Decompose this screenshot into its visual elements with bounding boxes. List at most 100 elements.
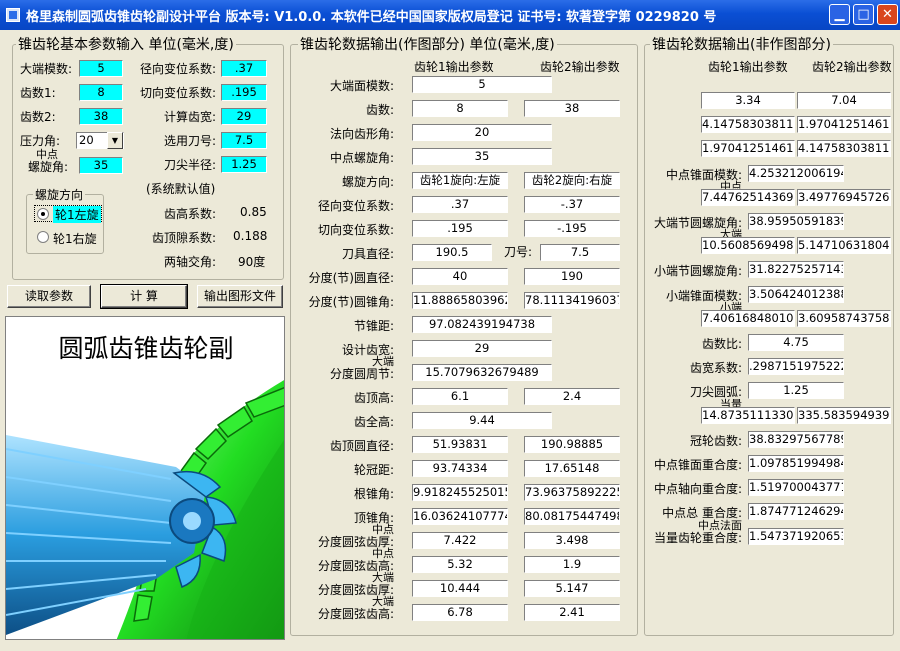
nondrawing-row-value-1[interactable]: 1.8747712462943 [748, 503, 844, 520]
nondrawing-row-value-1[interactable]: 10.560856949899 [701, 237, 795, 254]
nondrawing-row-value-1[interactable]: 4.75 [748, 334, 844, 351]
drawing-row-value-1[interactable]: 5 [412, 76, 552, 93]
drawing-row-label: 分度(节)圆直径: [308, 271, 394, 285]
nondrawing-row-value-1[interactable]: .29871519752227 [748, 358, 844, 375]
nondrawing-row-value-1[interactable]: 31.822752571435 [748, 261, 844, 278]
drawing-row-value-1[interactable]: 29 [412, 340, 552, 357]
drawing-row-value-2[interactable]: 38 [524, 100, 620, 117]
radial-shift-input[interactable]: .37 [221, 60, 267, 77]
drawing-row-value-2[interactable]: -.37 [524, 196, 620, 213]
chevron-down-icon[interactable]: ▼ [107, 132, 123, 149]
maximize-button[interactable]: □ [853, 4, 874, 25]
drawing-row-value-1[interactable]: 93.74334 [412, 460, 508, 477]
tip-radius-input[interactable]: 1.25 [221, 156, 267, 173]
helix-right-radio[interactable] [37, 231, 49, 243]
spiral-angle-input[interactable]: 35 [79, 157, 123, 174]
drawing-row-value-1[interactable]: 51.93831 [412, 436, 508, 453]
nondrawing-row-value-1[interactable]: 7.4061684801055 [701, 310, 795, 327]
read-params-button[interactable]: 读取参数 [7, 285, 91, 308]
nondrawing-output-title: 锥齿轮数据输出(非作图部分) [650, 34, 833, 54]
drawing-row-value-1[interactable]: 9.9182455250156 [412, 484, 508, 501]
nondrawing-row-value-1[interactable]: 7.4476251436943 [701, 189, 795, 206]
drawing-row-label: 径向变位系数: [317, 199, 394, 213]
tangential-shift-input[interactable]: .195 [221, 84, 267, 101]
drawing-row-label: 法向齿形角: [329, 127, 394, 141]
drawing-row-value-2[interactable]: 齿轮2旋向:右旋 [524, 172, 620, 189]
drawing-row-value-2[interactable]: 17.65148 [524, 460, 620, 477]
module-input[interactable]: 5 [79, 60, 123, 77]
nondrawing-row-value-1[interactable]: 38.959505918394 [748, 213, 844, 230]
spiral-angle-label: 螺旋角: [28, 160, 69, 174]
nondrawing-row-value-2[interactable]: 3.6095874375854 [797, 310, 891, 327]
drawing-row-value-1[interactable]: 7.422 [412, 532, 508, 549]
drawing-row-value-2[interactable]: 1.9 [524, 556, 620, 573]
drawing-row-value-1[interactable]: 16.036241077744 [412, 508, 508, 525]
drawing-row-value-1[interactable]: .195 [412, 220, 508, 237]
drawing-row-value-2[interactable]: 3.498 [524, 532, 620, 549]
nondrawing-row-value-1[interactable]: 1.25 [748, 382, 844, 399]
nondrawing-row-value-1[interactable]: 4.1475830381167 [701, 116, 795, 133]
drawing-row-value-1[interactable]: 35 [412, 148, 552, 165]
drawing-row-value-1[interactable]: 15.7079632679489 [412, 364, 552, 381]
drawing-row-value-2[interactable]: 5.147 [524, 580, 620, 597]
nondrawing-row-value-2[interactable]: 5.1471063180498 [797, 237, 891, 254]
drawing-row-value-2[interactable]: 7.5 [540, 244, 620, 261]
drawing-row-value-2[interactable]: 2.4 [524, 388, 620, 405]
drawing-row-value-2[interactable]: 78.111341960372 [524, 292, 620, 309]
drawing-row-value-1[interactable]: 8 [412, 100, 508, 117]
cutter-input[interactable]: 7.5 [221, 132, 267, 149]
z1-input[interactable]: 8 [79, 84, 123, 101]
drawing-row-value-1[interactable]: 9.44 [412, 412, 552, 429]
nondrawing-row-value-1[interactable]: 1.5473719206530 [748, 528, 844, 545]
nondrawing-row-label: 齿宽系数: [689, 361, 742, 375]
nondrawing-row-value-1[interactable]: 38.832975677895 [748, 431, 844, 448]
clearance-coef-label: 齿顶隙系数: [151, 231, 216, 245]
helix-left-radio[interactable] [37, 208, 49, 220]
drawing-row-value-2[interactable]: 190.98885 [524, 436, 620, 453]
drawing-row-value-1[interactable]: 40 [412, 268, 508, 285]
nondrawing-row-value-1[interactable]: 3.34 [701, 92, 795, 109]
drawing-row-value-1[interactable]: 齿轮1旋向:左旋 [412, 172, 508, 189]
nondrawing-row-value-1[interactable]: 4.2532120061943 [748, 165, 844, 182]
title-bar[interactable]: 格里森制圆弧齿锥齿轮副设计平台 版本号: V1.0.0. 本软件已经中国国家版权… [0, 0, 900, 30]
export-graphics-button[interactable]: 输出图形文件 [197, 285, 283, 308]
helix-left-label[interactable]: 轮1左旋 [53, 206, 101, 223]
drawing-row-value-2[interactable]: 190 [524, 268, 620, 285]
z2-input[interactable]: 38 [79, 108, 123, 125]
helix-right-label[interactable]: 轮1右旋 [53, 230, 97, 247]
drawing-row-value-2[interactable]: 80.081754474984 [524, 508, 620, 525]
nondrawing-row-value-1[interactable]: 1.5197000437718 [748, 479, 844, 496]
minimize-button[interactable]: ▁ [829, 4, 850, 25]
drawing-row-value-2[interactable]: 73.963758922255 [524, 484, 620, 501]
nondrawing-row-value-2[interactable]: 7.04 [797, 92, 891, 109]
nondrawing-row-value-1[interactable]: 3.5064240123886 [748, 286, 844, 303]
drawing-row-value-2[interactable]: 2.41 [524, 604, 620, 621]
main-window: 格里森制圆弧齿锥齿轮副设计平台 版本号: V1.0.0. 本软件已经中国国家版权… [0, 0, 900, 651]
nondrawing-row-value-2[interactable]: 3.4977694572666 [797, 189, 891, 206]
drawing-row-value-1[interactable]: 11.888658039628 [412, 292, 508, 309]
nondrawing-row-value-2[interactable]: 4.1475830381167 [797, 140, 891, 157]
drawing-row-value-1[interactable]: 97.082439194738 [412, 316, 552, 333]
drawing-row-value-1[interactable]: 20 [412, 124, 552, 141]
drawing-row-value-1[interactable]: 5.32 [412, 556, 508, 573]
drawing-row-value-1[interactable]: 6.78 [412, 604, 508, 621]
nondrawing-row-value-1[interactable]: 14.873511133066 [701, 407, 795, 424]
nondrawing-row-value-2[interactable]: 335.58359493981 [797, 407, 891, 424]
calculate-button[interactable]: 计 算 [100, 284, 188, 309]
drawing-row-value-2[interactable]: -.195 [524, 220, 620, 237]
drawing-row-value-1[interactable]: .37 [412, 196, 508, 213]
nondrawing-row-value-2[interactable]: 1.9704125146123 [797, 116, 891, 133]
drawing-row-label: 轮冠距: [353, 463, 394, 477]
close-button[interactable]: ✕ [877, 4, 898, 25]
app-icon [6, 8, 20, 22]
close-icon: ✕ [882, 7, 893, 22]
nondrawing-row-label: 中点锥面重合度: [653, 458, 742, 472]
drawing-row-label: 节锥距: [353, 319, 394, 333]
helix-direction-title: 螺旋方向 [33, 186, 86, 203]
nondrawing-row-value-1[interactable]: 1.0978519949846 [748, 455, 844, 472]
drawing-row-value-1[interactable]: 6.1 [412, 388, 508, 405]
nondrawing-row-value-1[interactable]: 1.9704125146123 [701, 140, 795, 157]
face-width-input[interactable]: 29 [221, 108, 267, 125]
drawing-row-value-1[interactable]: 10.444 [412, 580, 508, 597]
drawing-row-value-1[interactable]: 190.5 [412, 244, 492, 261]
